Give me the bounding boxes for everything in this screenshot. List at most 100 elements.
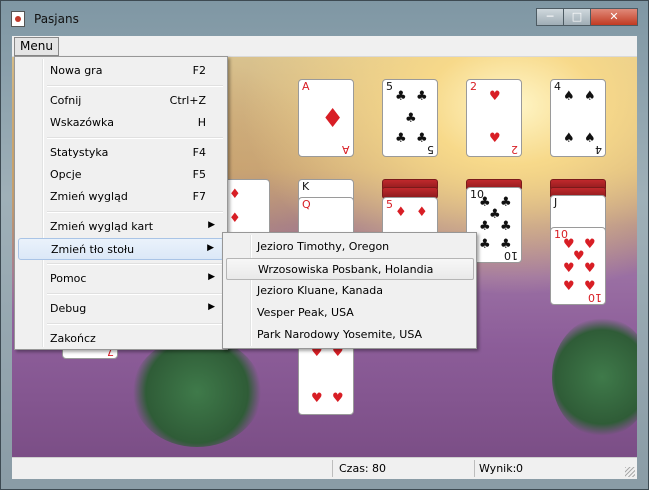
spade-icon: ♠ [563, 89, 575, 104]
menu-item-label: Zakończ [50, 332, 96, 345]
menu-item-shortcut: F4 [192, 146, 206, 159]
tableau-card[interactable]: 10 ♥ ♥ ♥ ♥ ♥ ♥ ♥ 10 [550, 227, 606, 305]
menu-item-label: Statystyka [50, 146, 109, 159]
card-rank: Q [302, 198, 311, 211]
heart-icon: ♥ [563, 261, 575, 276]
club-icon: ♣ [395, 89, 407, 104]
submenu-item-posbank[interactable]: Wrzosowiska Posbank, Holandia [226, 258, 474, 280]
submenu-item-yosemite[interactable]: Park Narodowy Yosemite, USA [226, 324, 474, 346]
close-button[interactable]: ✕ [590, 8, 638, 26]
menu-item-label: Zmień wygląd kart [50, 220, 154, 233]
menu-item-exit[interactable]: Zakończ [18, 328, 224, 350]
background-bush [132, 337, 262, 447]
menu-item-label: Cofnij [50, 94, 82, 107]
solitaire-window: Pasjans ─ □ ✕ Menu A ♦ A 5 ♣ ♣ ♣ ♣ ♣ 5 2… [0, 0, 649, 490]
heart-icon: ♥ [332, 391, 344, 406]
heart-icon: ♥ [489, 89, 501, 104]
time-value: 80 [372, 462, 386, 475]
card-rank: 10 [588, 291, 602, 304]
menu-item-hint[interactable]: Wskazówka H [18, 112, 224, 134]
menu-bar: Menu [12, 36, 637, 57]
menu-item-new-game[interactable]: Nowa gra F2 [18, 60, 224, 82]
tableau-card[interactable]: 5 ♦ ♦ [382, 197, 438, 237]
club-icon: ♣ [500, 219, 512, 234]
menu-item-help[interactable]: Pomoc ▶ [18, 268, 224, 290]
card-rank: 5 [386, 198, 393, 211]
submenu-item-label: Jezioro Timothy, Oregon [257, 240, 390, 253]
menu-item-shortcut: F5 [192, 168, 206, 181]
menu-item-label: Zmień tło stołu [51, 243, 135, 256]
foundation-card[interactable]: A ♦ A [298, 79, 354, 157]
submenu-arrow-icon: ▶ [208, 220, 215, 230]
window-title: Pasjans [34, 12, 79, 26]
time-label: Czas: [339, 462, 369, 475]
card-rank: K [302, 180, 310, 193]
club-icon: ♣ [416, 131, 428, 146]
menu-item-shortcut: Ctrl+Z [169, 94, 206, 107]
menu-item-label: Pomoc [50, 272, 87, 285]
menu-separator [47, 137, 223, 139]
menu-item-statistics[interactable]: Statystyka F4 [18, 142, 224, 164]
score-label: Wynik: [479, 462, 517, 475]
submenu-item-vesper-peak[interactable]: Vesper Peak, USA [226, 302, 474, 324]
club-icon: ♣ [479, 237, 491, 252]
card-rank: 2 [511, 143, 518, 156]
diamond-icon: ♦ [395, 205, 407, 220]
diamond-icon: ♦ [416, 205, 428, 220]
menu-item-debug[interactable]: Debug ▶ [18, 298, 224, 320]
score-value: 0 [516, 462, 523, 475]
menu-button[interactable]: Menu [14, 37, 59, 56]
menu-separator [47, 211, 223, 213]
club-icon: ♣ [489, 207, 501, 222]
card-rank: A [302, 80, 310, 93]
diamond-icon: ♦ [229, 187, 241, 202]
card-rank: 5 [427, 143, 434, 156]
menu-item-shortcut: F7 [192, 190, 206, 203]
menu-separator [47, 263, 223, 265]
club-icon: ♣ [416, 89, 428, 104]
submenu-arrow-icon: ▶ [208, 272, 215, 282]
status-divider [474, 460, 475, 477]
club-icon: ♣ [500, 195, 512, 210]
submenu-item-kluane-lake[interactable]: Jezioro Kluane, Kanada [226, 280, 474, 302]
submenu-item-label: Park Narodowy Yosemite, USA [257, 328, 423, 341]
title-bar[interactable]: Pasjans ─ □ ✕ [1, 1, 648, 35]
status-bar: Czas: 80 Wynik: 0 [12, 457, 637, 479]
menu-item-change-appearance[interactable]: Zmień wygląd F7 [18, 186, 224, 208]
heart-icon: ♥ [489, 131, 501, 146]
menu-item-table-background[interactable]: Zmień tło stołu ▶ [18, 238, 224, 260]
diamond-icon: ♦ [229, 211, 241, 226]
menu-item-card-appearance[interactable]: Zmień wygląd kart ▶ [18, 216, 224, 238]
spade-icon: ♠ [584, 131, 596, 146]
menu-item-label: Wskazówka [50, 116, 114, 129]
diamond-icon: ♦ [321, 104, 345, 134]
status-divider [332, 460, 333, 477]
foundation-card[interactable]: 2 ♥ ♥ 2 [466, 79, 522, 157]
card-rank: 5 [386, 80, 393, 93]
menu-item-label: Opcje [50, 168, 82, 181]
resize-grip[interactable] [625, 467, 635, 477]
foundation-card[interactable]: 5 ♣ ♣ ♣ ♣ ♣ 5 [382, 79, 438, 157]
card-rank: 10 [504, 249, 518, 262]
spade-icon: ♠ [563, 131, 575, 146]
club-icon: ♣ [479, 219, 491, 234]
maximize-button[interactable]: □ [563, 8, 591, 26]
submenu-arrow-icon: ▶ [208, 302, 215, 312]
submenu-item-label: Vesper Peak, USA [257, 306, 354, 319]
menu-item-undo[interactable]: Cofnij Ctrl+Z [18, 90, 224, 112]
foundation-card[interactable]: 4 ♠ ♠ ♠ ♠ 4 [550, 79, 606, 157]
menu-item-label: Nowa gra [50, 64, 103, 77]
card-rank: 2 [470, 80, 477, 93]
heart-icon: ♥ [311, 391, 323, 406]
menu-item-options[interactable]: Opcje F5 [18, 164, 224, 186]
card-rank: A [342, 143, 350, 156]
menu-separator [47, 323, 223, 325]
submenu-item-timothy-lake[interactable]: Jezioro Timothy, Oregon [226, 236, 474, 258]
menu-item-shortcut: F2 [192, 64, 206, 77]
heart-icon: ♥ [584, 237, 596, 252]
main-menu-dropdown: Nowa gra F2 Cofnij Ctrl+Z Wskazówka H St… [14, 56, 228, 350]
card-rank: J [554, 196, 558, 209]
minimize-button[interactable]: ─ [536, 8, 564, 26]
heart-icon: ♥ [584, 261, 596, 276]
menu-item-shortcut: H [197, 116, 206, 129]
